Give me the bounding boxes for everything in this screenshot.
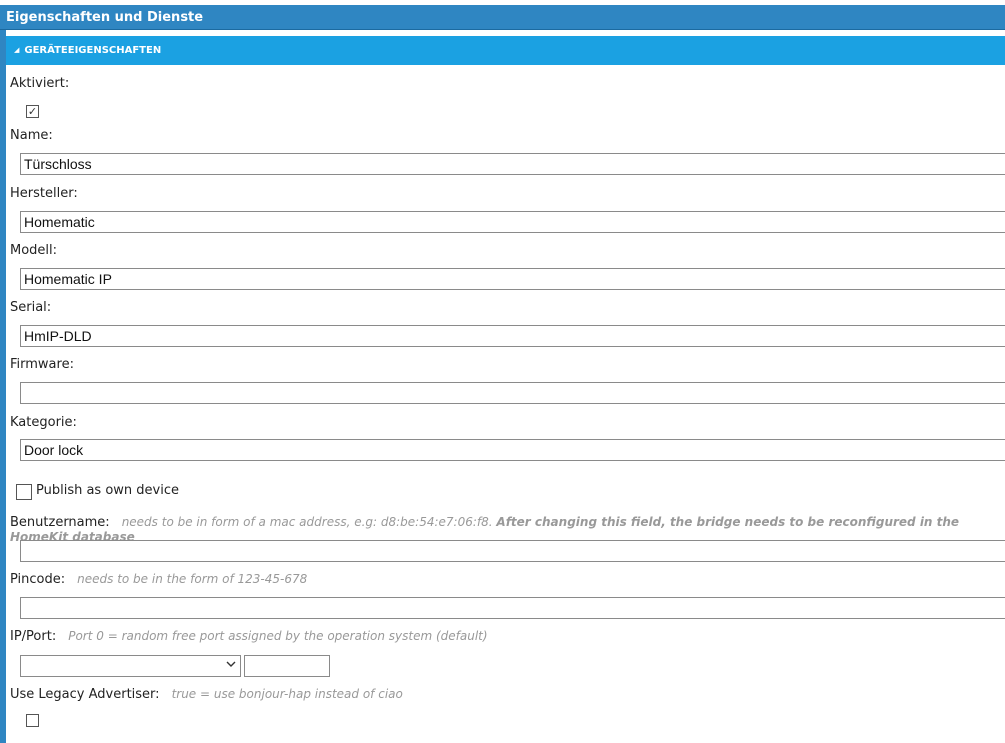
pincode-label-row: Pincode: needs to be in the form of 123-4… [10, 572, 307, 587]
ip-port-hint: Port 0 = random free port assigned by th… [68, 629, 488, 643]
name-input[interactable]: Türschloss [20, 153, 1005, 175]
manufacturer-input[interactable]: Homematic [20, 211, 1005, 233]
activated-label: Aktiviert: [10, 76, 70, 91]
model-label: Modell: [10, 243, 58, 258]
publish-own-device-label: Publish as own device [36, 483, 179, 498]
collapse-triangle-icon[interactable]: ◢ [14, 46, 19, 54]
model-input[interactable]: Homematic IP [20, 268, 1005, 290]
chevron-down-icon [226, 661, 236, 667]
serial-input[interactable]: HmIP-DLD [20, 325, 1005, 347]
legacy-advertiser-checkbox[interactable] [26, 714, 39, 727]
firmware-label: Firmware: [10, 357, 74, 372]
ip-port-label: IP/Port: [10, 629, 57, 644]
checkmark-icon: ✓ [27, 105, 38, 118]
firmware-input[interactable] [20, 382, 1005, 404]
pincode-input[interactable] [20, 597, 1005, 619]
window-title: Eigenschaften und Dienste [0, 5, 1005, 30]
publish-own-device-checkbox[interactable] [16, 484, 32, 500]
ip-address-select[interactable] [20, 655, 241, 677]
manufacturer-label: Hersteller: [10, 186, 78, 201]
name-label: Name: [10, 128, 53, 143]
legacy-advertiser-hint: true = use bonjour-hap instead of ciao [171, 687, 403, 701]
category-label: Kategorie: [10, 415, 77, 430]
legacy-advertiser-label-row: Use Legacy Advertiser: true = use bonjour… [10, 687, 403, 702]
username-hint-text: needs to be in form of a mac address, e.… [121, 515, 493, 529]
port-input[interactable] [244, 655, 330, 677]
ip-port-label-row: IP/Port: Port 0 = random free port assign… [10, 629, 488, 644]
pincode-hint: needs to be in the form of 123-45-678 [77, 572, 308, 586]
username-label: Benutzername: [10, 515, 110, 530]
section-title: GERÄTEEIGENSCHAFTEN [24, 45, 162, 56]
activated-checkbox[interactable]: ✓ [26, 105, 39, 118]
category-input[interactable]: Door lock [20, 439, 1005, 461]
legacy-advertiser-label: Use Legacy Advertiser: [10, 687, 160, 702]
serial-label: Serial: [10, 300, 52, 315]
pincode-label: Pincode: [10, 572, 66, 587]
username-input[interactable] [20, 540, 1005, 562]
section-header-device-properties[interactable]: ◢ GERÄTEEIGENSCHAFTEN [6, 36, 1005, 65]
